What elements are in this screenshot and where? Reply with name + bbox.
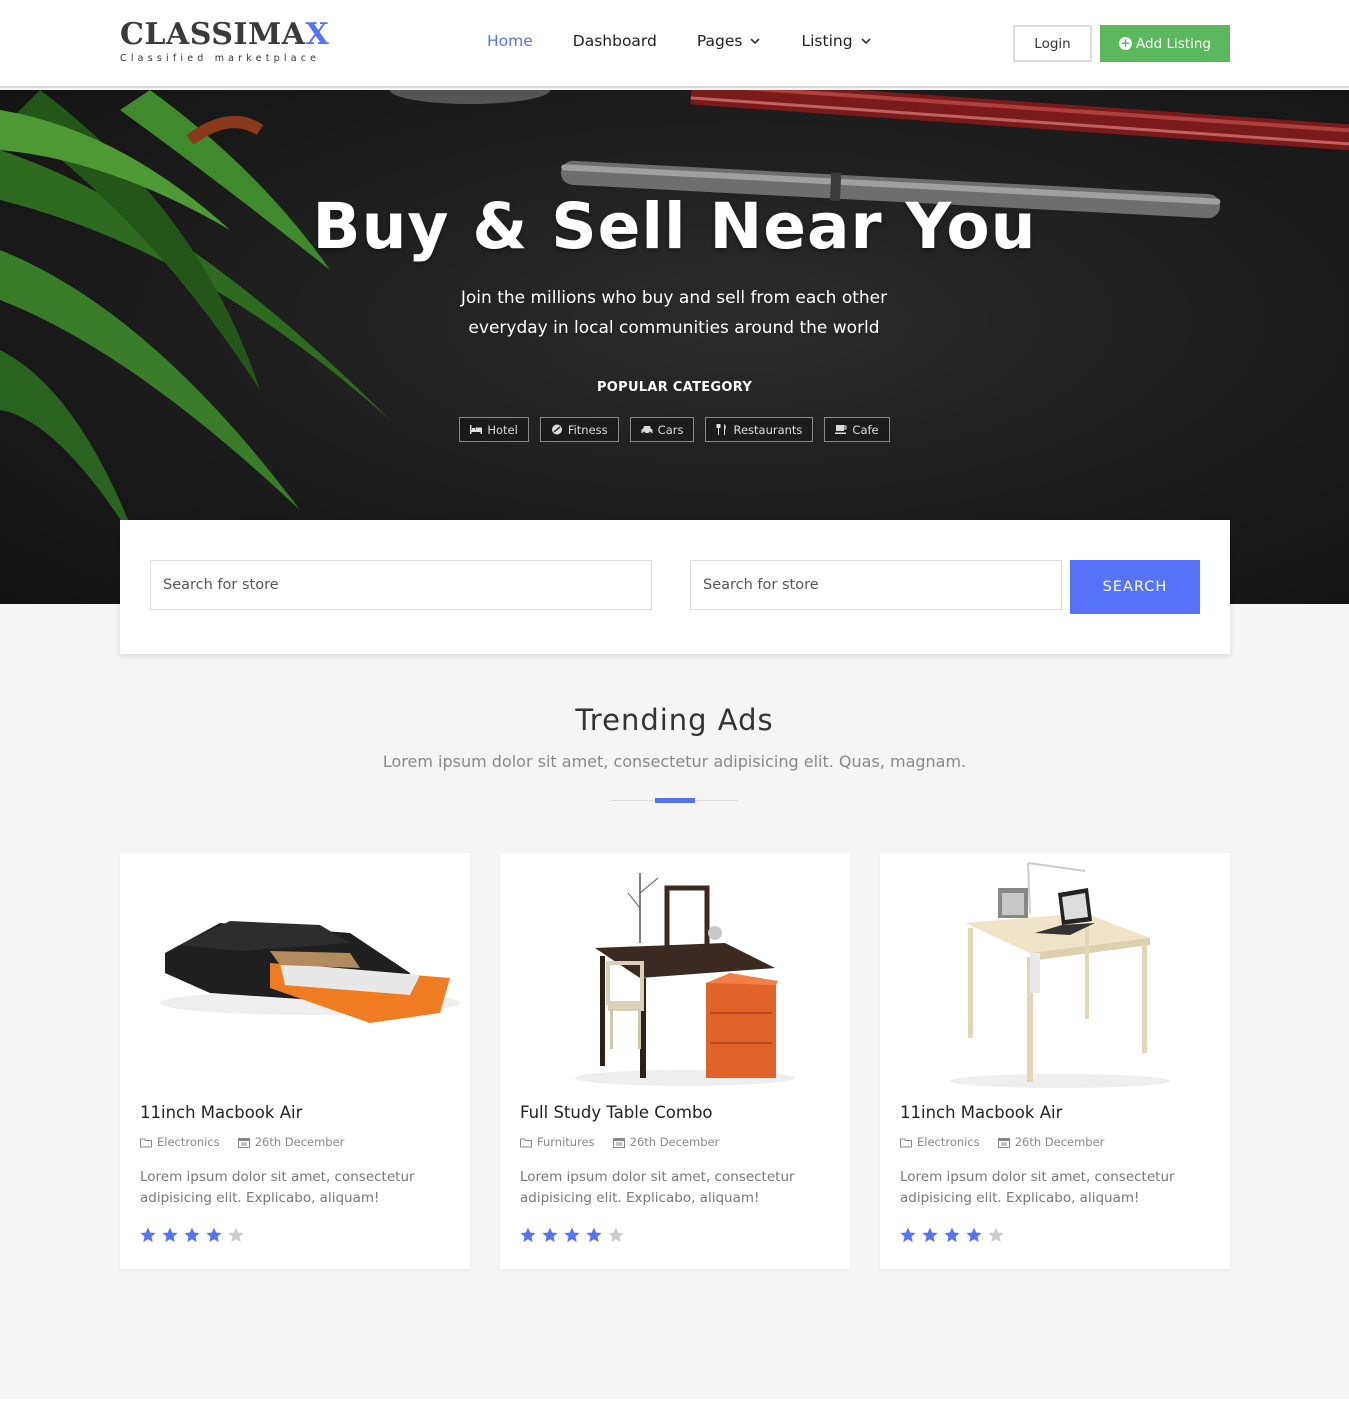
hero-subtitle: Join the millions who buy and sell from … xyxy=(460,288,888,338)
section-title: Trending Ads xyxy=(575,703,774,737)
ad-category-link[interactable]: Electronics xyxy=(900,1135,980,1149)
ad-image-desk-laptop[interactable] xyxy=(880,853,1230,1093)
star-filled-icon xyxy=(966,1227,982,1242)
hero-title: Buy & Sell Near You xyxy=(312,190,1037,263)
star-empty-icon xyxy=(608,1227,624,1242)
nav-item-dashboard[interactable]: Dashboard xyxy=(573,32,657,50)
fitness-icon xyxy=(551,424,562,435)
category-cars[interactable]: Cars xyxy=(629,417,695,442)
ad-meta: Electronics 26th December xyxy=(140,1135,344,1149)
star-filled-icon xyxy=(162,1227,178,1242)
ad-title[interactable]: 11inch Macbook Air xyxy=(900,1103,1062,1122)
nav-item-home[interactable]: Home xyxy=(487,32,533,50)
brand-logo[interactable]: CLASSIMAX Classified marketplace xyxy=(120,17,330,65)
ad-category-link[interactable]: Furnitures xyxy=(520,1135,595,1149)
ad-date: 26th December xyxy=(237,1135,344,1149)
ad-image-laptop-bag[interactable] xyxy=(120,853,470,1093)
ad-category-link[interactable]: Electronics xyxy=(140,1135,220,1149)
star-filled-icon xyxy=(542,1227,558,1242)
ad-rating xyxy=(140,1227,244,1243)
star-filled-icon xyxy=(900,1227,916,1242)
ad-description: Lorem ipsum dolor sit amet, consectetur … xyxy=(140,1169,415,1206)
star-filled-icon xyxy=(922,1227,938,1242)
star-empty-icon xyxy=(988,1227,1004,1242)
coffee-icon xyxy=(835,425,847,434)
ad-card[interactable]: 11inch Macbook Air Electronics 26th Dece… xyxy=(880,853,1230,1269)
calendar-icon xyxy=(237,1137,250,1148)
search-button[interactable]: SEARCH xyxy=(1070,560,1200,614)
calendar-icon xyxy=(612,1137,625,1148)
site-header: CLASSIMAX Classified marketplace Home Da… xyxy=(0,0,1349,88)
star-empty-icon xyxy=(228,1227,244,1242)
section-subtitle: Lorem ipsum dolor sit amet, consectetur … xyxy=(382,752,967,771)
star-filled-icon xyxy=(564,1227,580,1242)
ad-image-study-table[interactable] xyxy=(500,853,850,1093)
search-panel: SEARCH xyxy=(120,520,1230,654)
brand-tagline: Classified marketplace xyxy=(120,53,321,64)
main-nav: Home Dashboard Pages Listing xyxy=(487,32,872,50)
category-fitness[interactable]: Fitness xyxy=(539,417,619,442)
popular-category-list: Hotel Fitness Cars Restaurants Cafe xyxy=(0,417,1349,442)
nav-item-listing[interactable]: Listing xyxy=(801,32,871,50)
ad-date: 26th December xyxy=(612,1135,719,1149)
plus-circle-icon: + xyxy=(1119,36,1133,50)
section-divider-accent xyxy=(655,798,695,803)
category-cafe[interactable]: Cafe xyxy=(824,417,890,442)
cutlery-icon xyxy=(716,424,727,435)
ad-description: Lorem ipsum dolor sit amet, consectetur … xyxy=(900,1169,1175,1206)
footer-edge xyxy=(0,1399,1349,1407)
ad-title[interactable]: 11inch Macbook Air xyxy=(140,1103,302,1122)
ad-date: 26th December xyxy=(997,1135,1104,1149)
chevron-down-icon xyxy=(750,38,761,45)
ad-card[interactable]: Full Study Table Combo Furnitures 26th D… xyxy=(500,853,850,1269)
ad-title[interactable]: Full Study Table Combo xyxy=(520,1103,713,1122)
popular-category-label: POPULAR CATEGORY xyxy=(596,380,753,395)
chevron-down-icon xyxy=(860,38,871,45)
calendar-icon xyxy=(997,1137,1010,1148)
nav-item-pages[interactable]: Pages xyxy=(697,32,762,50)
folder-icon xyxy=(140,1138,152,1147)
bed-icon xyxy=(470,425,483,434)
add-listing-button[interactable]: + Add Listing xyxy=(1100,25,1230,62)
brand-name: CLASSIMAX xyxy=(120,17,330,52)
star-filled-icon xyxy=(944,1227,960,1242)
store-search-input-2[interactable] xyxy=(690,560,1062,610)
star-filled-icon xyxy=(586,1227,602,1242)
star-filled-icon xyxy=(140,1227,156,1242)
store-search-input-1[interactable] xyxy=(150,560,652,610)
login-button[interactable]: Login xyxy=(1013,25,1092,62)
folder-icon xyxy=(520,1138,532,1147)
star-filled-icon xyxy=(206,1227,222,1242)
star-filled-icon xyxy=(520,1227,536,1242)
ad-card[interactable]: 11inch Macbook Air Electronics 26th Dece… xyxy=(120,853,470,1269)
ad-rating xyxy=(900,1227,1004,1243)
ad-rating xyxy=(520,1227,624,1243)
star-filled-icon xyxy=(184,1227,200,1242)
category-hotel[interactable]: Hotel xyxy=(459,417,529,442)
category-restaurants[interactable]: Restaurants xyxy=(705,417,814,442)
car-icon xyxy=(641,426,653,435)
ad-meta: Furnitures 26th December xyxy=(520,1135,719,1149)
ad-meta: Electronics 26th December xyxy=(900,1135,1104,1149)
ad-description: Lorem ipsum dolor sit amet, consectetur … xyxy=(520,1169,795,1206)
add-listing-label: Add Listing xyxy=(1136,35,1211,52)
folder-icon xyxy=(900,1138,912,1147)
